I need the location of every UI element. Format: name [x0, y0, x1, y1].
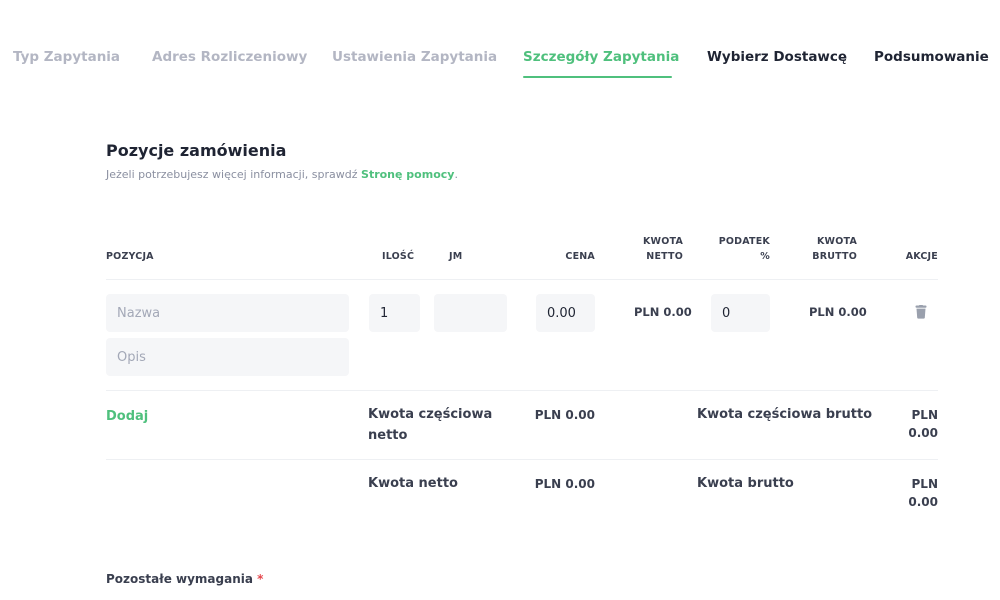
- gross-total-currency: PLN: [911, 477, 938, 491]
- active-tab-indicator: [523, 76, 672, 78]
- totals-divider: [106, 459, 938, 460]
- partial-gross-label: Kwota częściowa brutto: [697, 407, 873, 422]
- partial-gross-amount: 0.00: [908, 426, 938, 440]
- subtitle-text: Jeżeli potrzebujesz więcej informacji, s…: [106, 168, 362, 181]
- add-item-link[interactable]: Dodaj: [106, 409, 148, 424]
- header-net-line2: NETTO: [646, 251, 683, 262]
- header-divider: [106, 279, 938, 280]
- tab-typ-zapytania[interactable]: Typ Zapytania: [13, 49, 120, 65]
- section-subtitle: Jeżeli potrzebujesz więcej informacji, s…: [106, 168, 458, 181]
- row-divider: [106, 390, 938, 391]
- header-net: KWOTA NETTO: [622, 234, 683, 264]
- tab-szczegoly-zapytania[interactable]: Szczegóły Zapytania: [523, 49, 679, 65]
- page: Typ Zapytania Adres Rozliczeniowy Ustawi…: [0, 0, 1000, 600]
- gross-total-amount: 0.00: [908, 495, 938, 509]
- header-net-line1: KWOTA: [642, 236, 683, 247]
- gross-total-value: PLN 0.00: [880, 475, 938, 511]
- net-total-value: PLN 0.00: [534, 477, 595, 491]
- header-gross-line2: BRUTTO: [812, 251, 857, 262]
- price-input[interactable]: [536, 294, 595, 332]
- header-tax-line2: %: [760, 251, 770, 262]
- header-item: POZYCJA: [106, 251, 154, 262]
- requirements-text: Pozostałe wymagania: [106, 572, 253, 586]
- header-unit: JM: [449, 251, 463, 262]
- net-amount-value: PLN 0.00: [634, 305, 692, 319]
- other-requirements-label: Pozostałe wymagania *: [106, 572, 263, 586]
- section-title: Pozycje zamówienia: [106, 141, 287, 160]
- header-tax: PODATEK %: [700, 234, 770, 264]
- net-total-label: Kwota netto: [368, 476, 458, 491]
- header-gross-line1: KWOTA: [816, 236, 857, 247]
- header-qty: ILOŚĆ: [382, 251, 415, 262]
- header-actions: AKCJE: [905, 251, 938, 262]
- tab-podsumowanie[interactable]: Podsumowanie: [874, 49, 989, 65]
- partial-net-label: Kwota częściowa netto: [368, 407, 493, 443]
- help-page-link[interactable]: Stronę pomocy: [361, 168, 454, 181]
- tab-ustawienia-zapytania[interactable]: Ustawienia Zapytania: [332, 49, 497, 65]
- header-tax-line1: PODATEK: [718, 236, 770, 247]
- item-description-input[interactable]: [106, 338, 349, 376]
- tab-adres-rozliczeniowy[interactable]: Adres Rozliczeniowy: [152, 49, 307, 65]
- item-name-input[interactable]: [106, 294, 349, 332]
- partial-net-value: PLN 0.00: [534, 408, 595, 422]
- tax-percent-input[interactable]: [711, 294, 770, 332]
- required-marker: *: [257, 572, 264, 586]
- partial-gross-value: PLN 0.00: [880, 406, 938, 442]
- quantity-input[interactable]: [369, 294, 420, 332]
- unit-input[interactable]: [434, 294, 507, 332]
- partial-gross-currency: PLN: [911, 408, 938, 422]
- gross-amount-value: PLN 0.00: [809, 305, 867, 319]
- gross-total-label: Kwota brutto: [697, 476, 794, 491]
- subtitle-suffix: .: [454, 168, 458, 181]
- tab-wybierz-dostawce[interactable]: Wybierz Dostawcę: [707, 49, 847, 65]
- header-gross: KWOTA BRUTTO: [795, 234, 857, 264]
- header-price: CENA: [565, 251, 595, 262]
- trash-icon[interactable]: [915, 305, 927, 319]
